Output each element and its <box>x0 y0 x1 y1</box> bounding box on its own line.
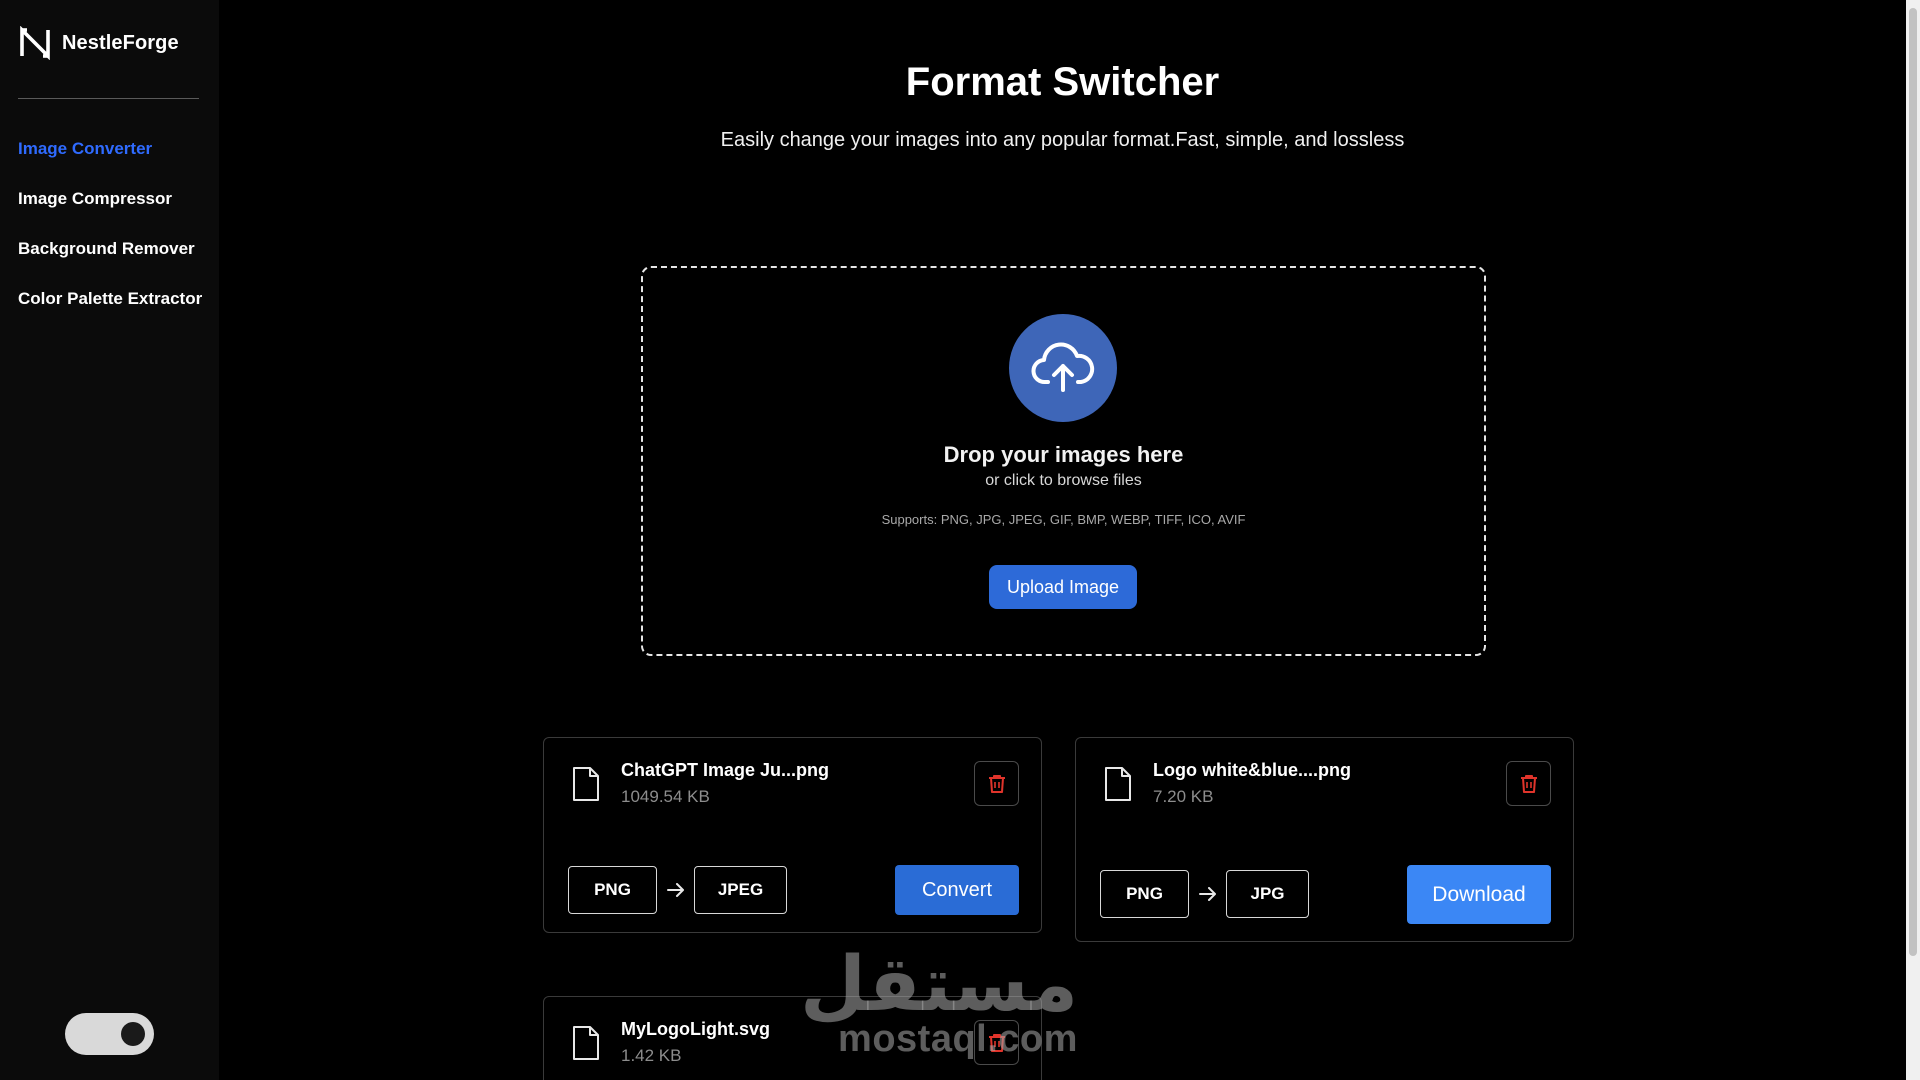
dropzone-title: Drop your images here <box>943 442 1184 467</box>
brand[interactable]: NestleForge <box>18 26 179 60</box>
delete-file-button[interactable] <box>974 761 1019 806</box>
watermark-latin: mostaql.com <box>838 1018 1078 1060</box>
convert-button[interactable]: Convert <box>895 865 1019 915</box>
sidebar-nav: Image Converter Image Compressor Backgro… <box>18 137 202 337</box>
sidebar-divider <box>18 98 199 99</box>
sidebar: NestleForge Image Converter Image Compre… <box>0 0 219 1080</box>
file-name: ChatGPT Image Ju...png <box>621 760 830 780</box>
sidebar-item-image-converter[interactable]: Image Converter <box>18 137 202 187</box>
cloud-upload-glyph <box>1031 342 1095 392</box>
download-button[interactable]: Download <box>1407 865 1551 924</box>
file-icon <box>1105 767 1131 801</box>
file-card: Logo white&blue....png 7.20 KB PNG JPG D… <box>1075 737 1574 942</box>
brand-name: NestleForge <box>62 31 179 54</box>
sidebar-item-background-remover[interactable]: Background Remover <box>18 237 202 287</box>
toggle-knob <box>121 1022 145 1046</box>
file-size: 1049.54 KB <box>621 787 710 806</box>
target-format-select[interactable]: JPG <box>1226 870 1309 918</box>
arrow-right-icon <box>1199 887 1216 901</box>
cloud-upload-icon <box>1009 314 1117 422</box>
source-format-select[interactable]: PNG <box>1100 870 1189 918</box>
source-format-select[interactable]: PNG <box>568 866 657 914</box>
image-dropzone[interactable]: Drop your images here or click to browse… <box>641 266 1486 656</box>
supported-formats: Supports: PNG, JPG, JPEG, GIF, BMP, WEBP… <box>881 512 1246 527</box>
scrollbar-thumb[interactable] <box>1909 8 1917 956</box>
file-size: 1.42 KB <box>621 1046 682 1065</box>
file-name: Logo white&blue....png <box>1153 760 1351 780</box>
theme-toggle[interactable] <box>65 1013 154 1055</box>
file-size: 7.20 KB <box>1153 787 1214 806</box>
dropzone-subtitle[interactable]: or click to browse files <box>643 472 1484 490</box>
delete-file-button[interactable] <box>1506 761 1551 806</box>
target-format-select[interactable]: JPEG <box>694 866 787 914</box>
n-logo-icon <box>20 26 50 60</box>
trash-icon <box>1520 774 1537 793</box>
sidebar-item-image-compressor[interactable]: Image Compressor <box>18 187 202 237</box>
trash-icon <box>988 774 1005 793</box>
upload-image-button[interactable]: Upload Image <box>989 565 1137 609</box>
file-icon <box>573 1026 599 1060</box>
page-title: Format Switcher <box>905 60 1220 104</box>
sidebar-item-color-palette-extractor[interactable]: Color Palette Extractor <box>18 287 202 337</box>
file-name: MyLogoLight.svg <box>621 1019 770 1039</box>
watermark-arabic: مستقل <box>800 942 1078 1027</box>
file-icon <box>573 767 599 801</box>
scrollbar[interactable] <box>1906 0 1920 1080</box>
page-subtitle: Easily change your images into any popul… <box>720 129 1405 151</box>
file-card: ChatGPT Image Ju...png 1049.54 KB PNG JP… <box>543 737 1042 933</box>
arrow-right-icon <box>667 883 684 897</box>
